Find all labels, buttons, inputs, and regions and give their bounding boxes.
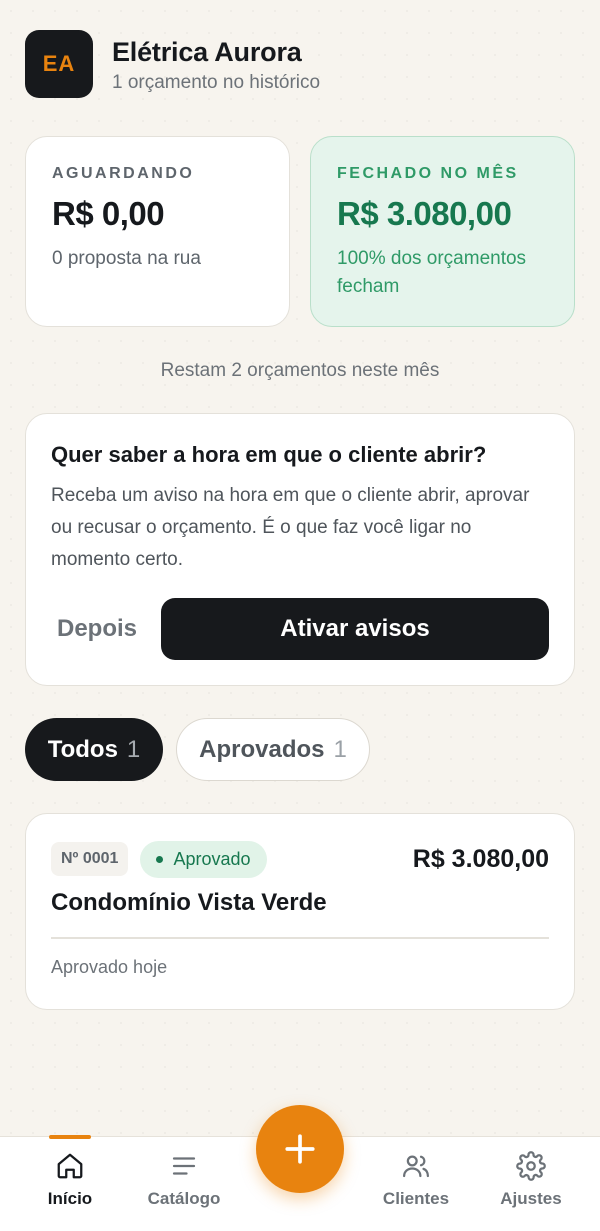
stat-sub: 0 proposta na rua [52, 248, 201, 269]
quote-client: Condomínio Vista Verde [51, 889, 327, 916]
stat-card-waiting: AGUARDANDO R$ 0,00 0 proposta na rua [25, 136, 290, 327]
notify-title: Quer saber a hora em que o cliente abrir… [51, 442, 487, 467]
header: EA Elétrica Aurora 1 orçamento no histór… [25, 30, 320, 98]
status-badge: Aprovado [140, 840, 267, 878]
notification-prompt-card: Quer saber a hora em que o cliente abrir… [25, 413, 575, 686]
notify-actions: Depois Ativar avisos [51, 598, 549, 660]
home-icon [57, 1153, 83, 1179]
filter-all[interactable]: Todos 1 [25, 718, 163, 781]
active-indicator [49, 1135, 91, 1139]
filter-label: Aprovados [199, 735, 325, 763]
nav-item-ajustes[interactable]: Ajustes [481, 1151, 581, 1209]
status-label: Aprovado [173, 848, 251, 869]
stat-label: AGUARDANDO [52, 165, 195, 182]
quote-date: Aprovado hoje [51, 956, 168, 977]
filter-approved[interactable]: Aprovados 1 [176, 718, 370, 781]
nav-label: Início [47, 1189, 93, 1208]
notify-body: Receba um aviso na hora em que o cliente… [51, 485, 530, 570]
nav-item-catalogo[interactable]: Catálogo [134, 1151, 234, 1209]
quote-amount: R$ 3.080,00 [412, 844, 549, 873]
remaining-quota: Restam 2 orçamentos neste mês [160, 360, 440, 381]
gear-icon [516, 1151, 546, 1181]
nav-label: Clientes [382, 1189, 450, 1208]
list-icon [172, 1157, 196, 1175]
divider [51, 937, 549, 939]
stat-value: R$ 3.080,00 [337, 195, 512, 232]
plus-icon [285, 1134, 315, 1164]
new-quote-button[interactable] [256, 1105, 344, 1193]
later-button[interactable]: Depois [51, 598, 171, 660]
filter-count: 1 [333, 735, 347, 763]
nav-item-clientes[interactable]: Clientes [366, 1151, 466, 1209]
quote-top-row: Nº 0001 Aprovado R$ 3.080,00 [51, 839, 549, 879]
users-icon [403, 1155, 429, 1178]
quote-card[interactable]: Nº 0001 Aprovado R$ 3.080,00 Condomínio … [25, 813, 575, 1010]
nav-label: Catálogo [147, 1189, 221, 1208]
stat-card-closed: FECHADO NO MÊS R$ 3.080,00 100% dos orça… [310, 136, 575, 327]
avatar[interactable]: EA [25, 30, 93, 98]
history-count: 1 orçamento no histórico [112, 71, 321, 93]
status-dot-icon [156, 855, 164, 863]
quote-number: Nº 0001 [51, 842, 129, 876]
nav-item-inicio[interactable]: Início [20, 1151, 120, 1209]
company-name: Elétrica Aurora [112, 36, 302, 67]
header-text: Elétrica Aurora 1 orçamento no histórico [112, 35, 320, 94]
nav-label: Ajustes [500, 1189, 562, 1208]
stat-sub: 100% dos orçamentos fecham [337, 248, 527, 297]
stat-label: FECHADO NO MÊS [337, 165, 519, 182]
filter-count: 1 [126, 735, 141, 763]
stat-value: R$ 0,00 [52, 195, 165, 232]
activate-notifications-button[interactable]: Ativar avisos [161, 598, 549, 660]
filter-label: Todos [47, 735, 118, 763]
